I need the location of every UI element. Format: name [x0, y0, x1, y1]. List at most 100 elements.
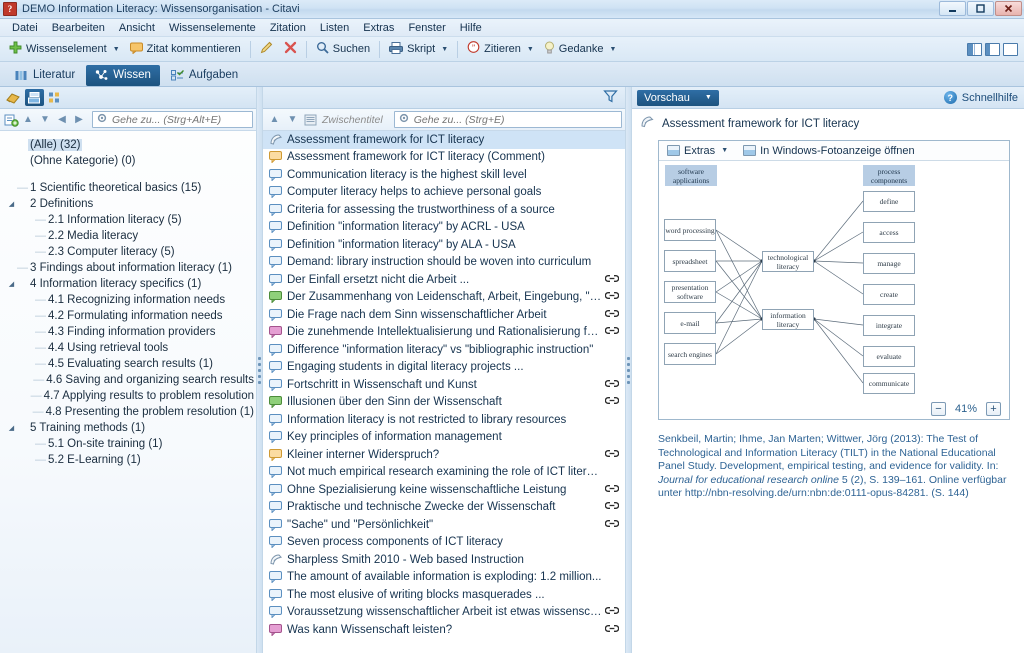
knowledge-list-item[interactable]: Not much empirical research examining th…	[263, 464, 625, 482]
knowledge-list-item[interactable]: Seven process components of ICT literacy	[263, 534, 625, 552]
gear-icon[interactable]	[398, 112, 410, 127]
link-icon[interactable]	[603, 449, 620, 461]
chevron-down-icon[interactable]: ▼	[113, 46, 120, 53]
knowledge-list-item[interactable]: Was kann Wissenschaft leisten?	[263, 621, 625, 639]
knowledge-list-item[interactable]: Definition "information literacy" by ALA…	[263, 236, 625, 254]
knowledge-view-icon[interactable]	[25, 89, 44, 106]
comment-quotation-button[interactable]: Zitat kommentieren	[125, 40, 246, 59]
knowledge-list-item[interactable]: Information literacy is not restricted t…	[263, 411, 625, 429]
knowledge-list-item[interactable]: Assessment framework for ICT literacy	[263, 131, 625, 149]
link-icon[interactable]	[603, 274, 620, 286]
knowledge-list-item[interactable]: Voraussetzung wissenschaftlicher Arbeit …	[263, 604, 625, 622]
new-category-icon[interactable]	[3, 111, 19, 128]
link-icon[interactable]	[603, 606, 620, 618]
link-icon[interactable]	[603, 624, 620, 636]
knowledge-list-item[interactable]: Assessment framework for ICT literacy (C…	[263, 149, 625, 167]
category-tree-item[interactable]: ― 2.2 Media literacy	[0, 228, 256, 244]
category-tree-item[interactable]: ― 2.3 Computer literacy (5)	[0, 244, 256, 260]
move-up-icon[interactable]: ▲	[20, 111, 36, 128]
menu-bearbeiten[interactable]: Bearbeiten	[45, 21, 112, 35]
link-icon[interactable]	[603, 484, 620, 496]
category-tree-item[interactable]: ― 3 Findings about information literacy (…	[0, 260, 256, 276]
link-icon[interactable]	[603, 326, 620, 338]
promote-icon[interactable]: ◀	[54, 111, 70, 128]
knowledge-list-item[interactable]: Criteria for assessing the trustworthine…	[263, 201, 625, 219]
menu-fenster[interactable]: Fenster	[401, 21, 452, 35]
category-tree-item[interactable]: ◢ 2 Definitions	[0, 196, 256, 212]
category-tree-item[interactable]: ― 4.2 Formulating information needs	[0, 308, 256, 324]
chevron-down-icon[interactable]: ▼	[721, 147, 728, 154]
knowledge-list-item[interactable]: Praktische und technische Zwecke der Wis…	[263, 499, 625, 517]
category-tree-item[interactable]: ― 5.1 On-site training (1)	[0, 436, 256, 452]
knowledge-list-item[interactable]: The amount of available information is e…	[263, 569, 625, 587]
knowledge-list-item[interactable]: Definition "information literacy" by ACR…	[263, 219, 625, 237]
link-icon[interactable]	[603, 309, 620, 321]
knowledge-goto-box[interactable]	[393, 111, 622, 128]
knowledge-list-item[interactable]: Sharpless Smith 2010 - Web based Instruc…	[263, 551, 625, 569]
tab-literatur[interactable]: Literatur	[6, 65, 84, 86]
tab-wissen[interactable]: Wissen	[86, 64, 160, 86]
menu-extras[interactable]: Extras	[356, 21, 401, 35]
demote-icon[interactable]: ▶	[71, 111, 87, 128]
knowledge-list-item[interactable]: Difference "information literacy" vs "bi…	[263, 341, 625, 359]
gear-icon[interactable]	[96, 112, 108, 127]
knowledge-list-item[interactable]: Der Einfall ersetzt nicht die Arbeit ...	[263, 271, 625, 289]
categories-view-icon[interactable]	[4, 89, 23, 106]
menu-listen[interactable]: Listen	[313, 21, 356, 35]
category-goto-input[interactable]	[112, 113, 249, 126]
category-tree-item[interactable]: ― 4.5 Evaluating search results (1)	[0, 356, 256, 372]
layout-two-pane-icon[interactable]	[985, 42, 1000, 56]
splitter-left[interactable]	[256, 87, 263, 653]
move-up-icon[interactable]: ▲	[266, 111, 283, 128]
expand-arrow-icon[interactable]: ◢	[6, 200, 17, 208]
menu-zitation[interactable]: Zitation	[263, 21, 313, 35]
expand-arrow-icon[interactable]: ◢	[6, 424, 17, 432]
knowledge-list-item[interactable]: Fortschritt in Wissenschaft und Kunst	[263, 376, 625, 394]
edit-button[interactable]	[255, 39, 279, 59]
zoom-in-button[interactable]: +	[986, 401, 1001, 416]
layout-three-pane-icon[interactable]	[967, 42, 982, 56]
filter-funnel-icon[interactable]	[603, 89, 618, 107]
category-tree-item[interactable]: ― 4.1 Recognizing information needs	[0, 292, 256, 308]
link-icon[interactable]	[603, 519, 620, 531]
category-tree-item[interactable]: ― 5.2 E-Learning (1)	[0, 452, 256, 468]
category-tree-item[interactable]: ― 4.7 Applying results to problem resolut…	[0, 388, 256, 404]
knowledge-list-item[interactable]: Die Frage nach dem Sinn wissenschaftlich…	[263, 306, 625, 324]
close-icon[interactable]	[995, 1, 1022, 16]
knowledge-goto-input[interactable]	[413, 113, 618, 126]
knowledge-list-item[interactable]: Engaging students in digital literacy pr…	[263, 359, 625, 377]
menu-hilfe[interactable]: Hilfe	[453, 21, 489, 35]
category-tree-item[interactable]: ― 4.4 Using retrieval tools	[0, 340, 256, 356]
link-icon[interactable]	[603, 379, 620, 391]
knowledge-list-item[interactable]: Illusionen über den Sinn der Wissenschaf…	[263, 394, 625, 412]
cite-button[interactable]: ” Zitieren ▼	[462, 39, 539, 59]
script-button[interactable]: Skript ▼	[384, 40, 453, 59]
link-icon[interactable]	[603, 291, 620, 303]
knowledge-list-item[interactable]: Ohne Spezialisierung keine wissenschaftl…	[263, 481, 625, 499]
category-tree-item[interactable]: ― 4.6 Saving and organizing search result…	[0, 372, 256, 388]
quick-help-button[interactable]: ? Schnellhilfe	[943, 91, 1018, 104]
category-tree-item[interactable]: ― 1 Scientific theoretical basics (15)	[0, 180, 256, 196]
category-goto-box[interactable]	[92, 111, 253, 128]
layout-single-pane-icon[interactable]	[1003, 42, 1018, 56]
category-tree-item[interactable]: ◢ 5 Training methods (1)	[0, 420, 256, 436]
knowledge-list-item[interactable]: Der Zusammenhang von Leidenschaft, Arbei…	[263, 289, 625, 307]
knowledge-list-item[interactable]: Demand: library instruction should be wo…	[263, 254, 625, 272]
link-icon[interactable]	[603, 501, 620, 513]
category-tree-item[interactable]: ◢ 4 Information literacy specifics (1)	[0, 276, 256, 292]
chevron-down-icon[interactable]: ▼	[609, 46, 616, 53]
thought-button[interactable]: Gedanke ▼	[539, 39, 622, 59]
subtitle-icon[interactable]	[302, 111, 319, 128]
zoom-out-button[interactable]: −	[930, 401, 946, 416]
knowledge-items-list[interactable]: Assessment framework for ICT literacy Ass…	[263, 131, 625, 653]
move-down-icon[interactable]: ▼	[284, 111, 301, 128]
expand-arrow-icon[interactable]: ◢	[6, 280, 17, 288]
chevron-down-icon[interactable]: ▼	[527, 46, 534, 53]
minimize-icon[interactable]	[939, 1, 966, 16]
knowledge-list-item[interactable]: The most elusive of writing blocks masqu…	[263, 586, 625, 604]
knowledge-list-item[interactable]: Computer literacy helps to achieve perso…	[263, 184, 625, 202]
chevron-down-icon[interactable]: ▼	[705, 94, 712, 101]
tab-aufgaben[interactable]: Aufgaben	[162, 65, 247, 86]
preview-dropdown-button[interactable]: Vorschau ▼	[637, 89, 719, 106]
splitter-right[interactable]	[625, 87, 632, 653]
